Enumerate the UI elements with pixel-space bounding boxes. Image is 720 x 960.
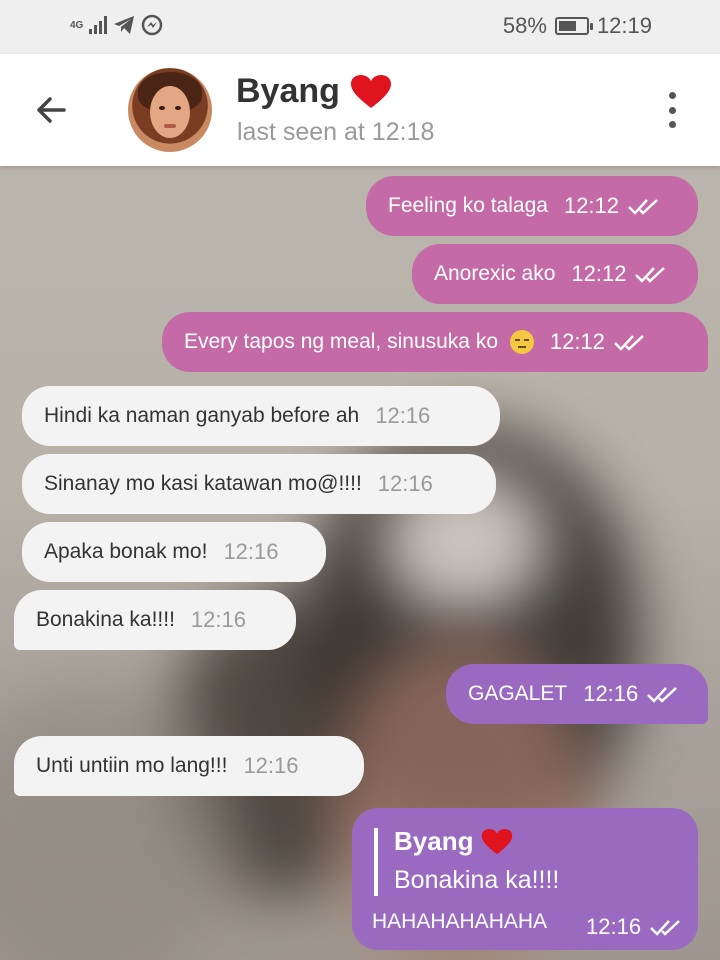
quote-bar xyxy=(374,828,378,896)
message-time-row: 12:16 xyxy=(586,914,683,940)
unamused-face-icon xyxy=(509,330,534,355)
contact-name-label: Byang xyxy=(236,72,340,110)
quoted-sender-name: Byang xyxy=(394,826,474,856)
message-text: HAHAHAHAHAHA xyxy=(372,910,548,933)
battery-percent: 58% xyxy=(502,13,547,38)
message-time: 12:12 xyxy=(549,329,605,354)
message-time: 12:16 xyxy=(583,681,639,706)
message-text: Anorexic ako xyxy=(434,262,556,285)
contact-name[interactable]: Byang xyxy=(236,72,392,111)
message-bubble-incoming[interactable]: Bonakina ka!!!! 12:16 xyxy=(14,590,296,650)
network-type: 4G xyxy=(70,19,84,31)
more-options-icon[interactable] xyxy=(662,92,682,128)
signal-icon xyxy=(89,16,108,34)
message-text: Bonakina ka!!!! xyxy=(36,608,175,631)
quoted-sender[interactable]: Byang xyxy=(394,826,513,857)
telegram-icon xyxy=(114,16,135,34)
message-time: 12:16 xyxy=(190,607,246,632)
double-check-icon xyxy=(647,687,678,703)
message-bubble-incoming[interactable]: Hindi ka naman ganyab before ah 12:16 xyxy=(22,386,500,446)
message-text-content: Every tapos ng meal, sinusuka ko xyxy=(184,329,498,353)
double-check-icon xyxy=(628,199,658,215)
avatar[interactable] xyxy=(128,68,212,152)
message-text: Feeling ko talaga xyxy=(388,194,548,217)
heart-icon xyxy=(350,74,391,108)
message-time: 12:16 xyxy=(223,539,279,564)
message-bubble-incoming[interactable]: Unti untiin mo lang!!! 12:16 xyxy=(14,736,364,796)
message-text: Unti untiin mo lang!!! xyxy=(36,754,228,777)
message-text: Apaka bonak mo! xyxy=(44,540,208,563)
message-time: 12:16 xyxy=(375,403,431,428)
message-bubble-outgoing[interactable]: Feeling ko talaga 12:12 xyxy=(366,176,698,236)
heart-icon xyxy=(482,828,513,854)
message-bubble-incoming[interactable]: Sinanay mo kasi katawan mo@!!!! 12:16 xyxy=(22,454,496,514)
message-text: Every tapos ng meal, sinusuka ko xyxy=(184,329,534,355)
message-time: 12:16 xyxy=(586,914,642,939)
message-bubble-reply[interactable]: Byang Bonakina ka!!!! HAHAHAHAHAHA 12:16 xyxy=(352,808,698,950)
message-text: Sinanay mo kasi katawan mo@!!!! xyxy=(44,472,362,495)
double-check-icon xyxy=(650,920,680,936)
message-text: GAGALET xyxy=(468,682,568,705)
message-bubble-outgoing[interactable]: Anorexic ako 12:12 xyxy=(412,244,698,304)
status-left: 4G xyxy=(70,14,163,36)
message-bubble-incoming[interactable]: Apaka bonak mo! 12:16 xyxy=(22,522,326,582)
last-seen-status: last seen at 12:18 xyxy=(237,118,435,146)
message-time: 12:12 xyxy=(571,261,627,286)
chat-background: Feeling ko talaga 12:12 Anorexic ako 12:… xyxy=(0,166,720,960)
clock: 12:19 xyxy=(596,13,652,38)
status-right: 58% 12:19 xyxy=(503,13,652,39)
message-text: Hindi ka naman ganyab before ah xyxy=(44,404,360,427)
message-bubble-outgoing[interactable]: GAGALET 12:16 xyxy=(446,664,708,724)
message-time: 12:16 xyxy=(377,471,433,496)
message-bubble-outgoing[interactable]: Every tapos ng meal, sinusuka ko 12:12 xyxy=(162,312,708,372)
chat-header: Byang last seen at 12:18 xyxy=(0,54,720,166)
messenger-icon xyxy=(142,14,163,36)
double-check-icon xyxy=(614,335,644,351)
back-arrow-icon[interactable] xyxy=(30,90,78,130)
double-check-icon xyxy=(635,267,666,283)
message-time: 12:16 xyxy=(243,753,299,778)
quoted-message-text: Bonakina ka!!!! xyxy=(394,866,560,894)
status-bar: 4G 58% 12:19 xyxy=(0,0,720,54)
battery-icon xyxy=(554,17,593,35)
message-time: 12:12 xyxy=(563,193,620,218)
